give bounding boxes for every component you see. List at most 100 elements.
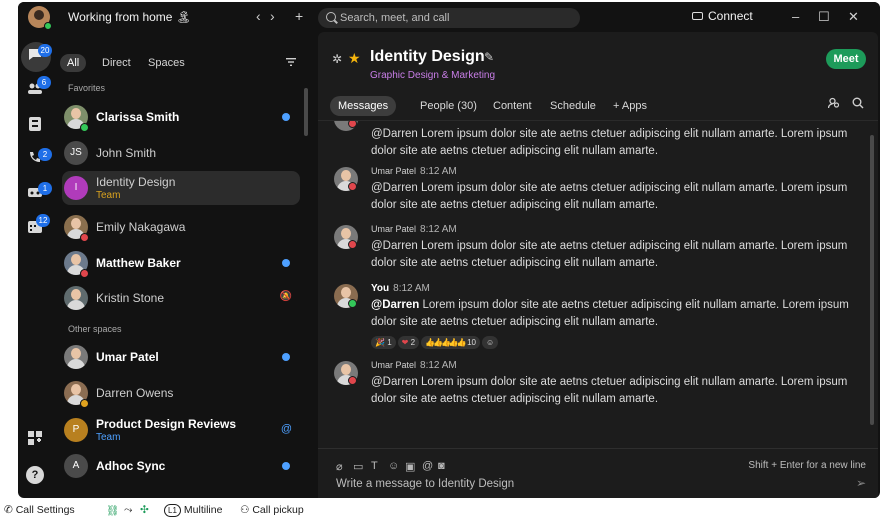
message-text: Lorem ipsum dolor site ate aetns ctetuer… <box>371 299 849 328</box>
monitor-icon <box>692 12 703 20</box>
composer-hint: Shift + Enter for a new line <box>748 460 866 471</box>
help-icon[interactable]: ? <box>26 466 44 484</box>
conversation-john-smith[interactable]: JS John Smith <box>54 136 302 170</box>
tab-schedule[interactable]: Schedule <box>550 96 596 116</box>
multiline-button[interactable]: L1 Multiline <box>164 504 222 517</box>
conversation-umar-patel[interactable]: Umar Patel <box>54 340 302 374</box>
emoji-icon[interactable]: ☺ <box>388 460 399 472</box>
contacts-icon[interactable] <box>24 116 46 138</box>
forward-button[interactable]: › <box>270 8 275 24</box>
tab-apps[interactable]: + Apps <box>613 96 647 116</box>
message-input[interactable] <box>336 476 836 492</box>
reaction-count: 1 <box>387 338 392 347</box>
minimize-button[interactable]: – <box>792 9 799 24</box>
filter-direct[interactable]: Direct <box>102 54 131 72</box>
meet-button[interactable]: Meet <box>826 49 866 69</box>
message-header: Umar Patel 8:12 AM <box>371 166 457 177</box>
conversation-darren-owens[interactable]: Darren Owens <box>54 376 302 410</box>
message-text: Lorem ipsum dolor site ate aetns ctetuer… <box>371 376 848 405</box>
gif-icon[interactable]: ▣ <box>405 460 415 473</box>
space-title: Identity Design <box>370 48 485 65</box>
call-status-bar: ✆ Call Settings ⛓ ⤳ ✣ L1 Multiline ⚇ Call… <box>0 500 882 520</box>
conversation-kristin-stone[interactable]: Kristin Stone 🔕 <box>54 281 302 315</box>
mention-icon[interactable]: @ <box>422 460 433 472</box>
avatar <box>64 345 88 369</box>
connect-button[interactable]: Connect <box>692 9 753 23</box>
unread-indicator <box>282 259 290 267</box>
add-reaction-button[interactable]: ☺ <box>482 336 499 349</box>
reaction-pill[interactable]: 🎉 1 <box>371 336 396 349</box>
conversation-identity-design[interactable]: I Identity Design Team <box>62 171 300 205</box>
conversation-name: Adhoc Sync <box>96 459 166 473</box>
format-text-icon[interactable]: T <box>371 460 378 472</box>
conversation-matthew-baker[interactable]: Matthew Baker <box>54 246 302 280</box>
favorites-label: Favorites <box>68 83 106 93</box>
calendar-badge: 12 <box>36 214 50 227</box>
conversation-clarissa-smith[interactable]: Clarissa Smith <box>54 100 302 134</box>
reaction-pill[interactable]: ❤ 2 <box>397 336 420 349</box>
search-icon <box>326 12 336 22</box>
new-button[interactable]: + <box>295 8 303 24</box>
mention[interactable]: @Darren <box>371 182 418 194</box>
scrollbar-thumb[interactable] <box>870 135 874 425</box>
conversation-name: Emily Nakagawa <box>96 220 186 234</box>
timestamp: 8:12 AM <box>393 283 430 294</box>
message-text: Lorem ipsum dolor site ate aetns ctetuer… <box>371 128 848 157</box>
multiline-label: Multiline <box>183 504 223 516</box>
avatar: I <box>64 176 88 200</box>
sender-name: Umar Patel <box>371 360 417 370</box>
mention[interactable]: @Darren <box>371 240 418 252</box>
navigation-rail: 20 6 2 1 12 ? <box>18 32 54 498</box>
attach-icon[interactable]: ⌀ <box>336 460 343 473</box>
conversation-adhoc-sync[interactable]: A Adhoc Sync <box>54 449 302 483</box>
mention[interactable]: @Darren <box>371 128 418 140</box>
conversation-name: Kristin Stone <box>96 291 165 305</box>
scrollbar-thumb[interactable] <box>304 88 308 136</box>
scrollbar[interactable] <box>304 76 308 486</box>
close-button[interactable]: ✕ <box>848 9 859 25</box>
reaction-count: 10 <box>467 338 476 347</box>
network-status-icon[interactable]: ✣ <box>140 504 149 516</box>
people-search-icon[interactable] <box>827 97 840 112</box>
tab-messages[interactable]: Messages <box>330 96 397 116</box>
scrollbar[interactable] <box>870 125 874 441</box>
reaction-count: 2 <box>410 338 416 347</box>
search-input[interactable]: Search, meet, and call <box>318 8 580 28</box>
back-button[interactable]: ‹ <box>256 8 261 24</box>
favorite-star-icon[interactable]: ★ <box>348 50 361 67</box>
filter-all[interactable]: All <box>60 54 87 72</box>
forward-calls-icon[interactable]: ⤳ <box>124 504 132 517</box>
call-pickup-button[interactable]: ⚇ Call pickup <box>240 504 304 516</box>
presence-indicator <box>80 123 89 132</box>
conversation-name: Darren Owens <box>96 386 174 400</box>
reaction-pill[interactable]: 👍👍👍👍👍 10 <box>421 336 480 349</box>
device-status-icon[interactable]: ⛓ <box>106 504 119 517</box>
screenshot-icon[interactable]: ▭ <box>353 460 363 473</box>
space-subtitle[interactable]: Graphic Design & Marketing <box>370 70 495 81</box>
filter-spaces[interactable]: Spaces <box>148 54 185 72</box>
message-body: @Darren Lorem ipsum dolor site ate aetns… <box>371 374 859 408</box>
message-feed[interactable]: @Darren Lorem ipsum dolor site ate aetns… <box>318 121 878 446</box>
maximize-button[interactable]: ☐ <box>818 9 830 25</box>
mute-icon: 🔕 <box>279 291 292 302</box>
presence-indicator <box>348 299 357 308</box>
conversation-emily-nakagawa[interactable]: Emily Nakagawa <box>54 210 302 244</box>
whiteboard-icon[interactable]: ◙ <box>438 460 445 472</box>
filter-options-icon[interactable] <box>286 54 296 72</box>
conversation-product-design-reviews[interactable]: P Product Design Reviews Team @ <box>54 413 302 447</box>
settings-icon[interactable]: ✲ <box>332 52 342 66</box>
search-icon[interactable] <box>852 97 864 112</box>
connect-label: Connect <box>708 9 753 23</box>
mention-icon: @ <box>280 423 292 435</box>
edit-icon[interactable]: ✎ <box>484 50 494 64</box>
tab-people[interactable]: People (30) <box>420 96 477 116</box>
call-settings-button[interactable]: ✆ Call Settings <box>4 504 75 516</box>
phone-settings-icon: ✆ <box>4 504 16 516</box>
apps-icon[interactable] <box>24 430 46 452</box>
mention[interactable]: @Darren <box>371 376 418 388</box>
send-icon[interactable]: ➢ <box>856 476 866 490</box>
tab-content[interactable]: Content <box>493 96 532 116</box>
title-bar: Working from home 🏝 ‹ › + Search, meet, … <box>18 2 880 32</box>
mention[interactable]: @Darren <box>371 299 419 311</box>
status-message[interactable]: Working from home 🏝 <box>68 10 191 24</box>
